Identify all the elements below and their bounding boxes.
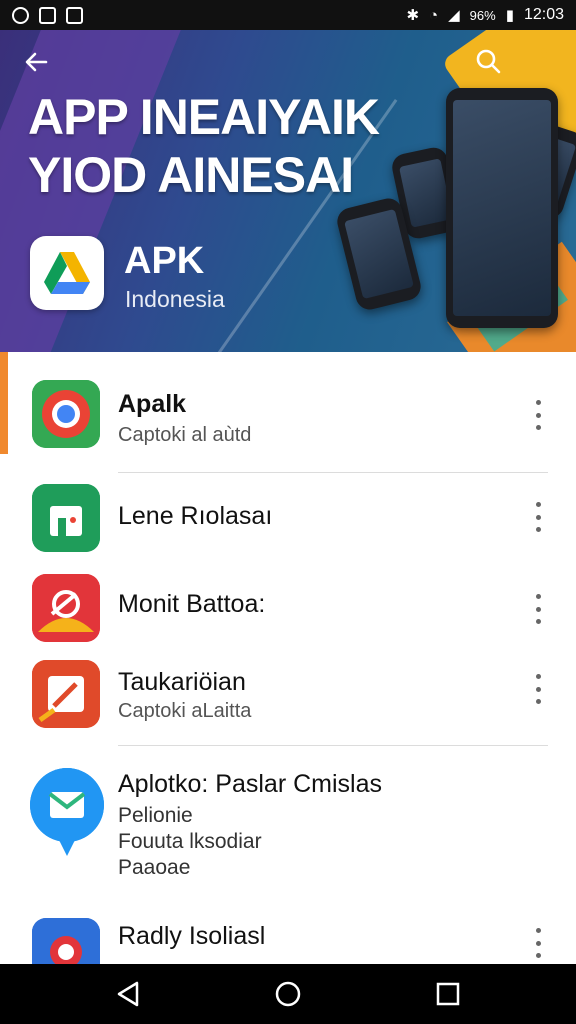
list-item[interactable]: Monit Battoa: xyxy=(0,570,576,654)
wifi-icon: ◔ xyxy=(429,6,439,24)
app-title: Radly Isoliasl xyxy=(118,922,266,950)
divider xyxy=(118,472,548,473)
media-app-icon xyxy=(32,574,100,642)
nav-back-icon[interactable] xyxy=(98,964,158,1024)
back-arrow-icon[interactable] xyxy=(22,48,50,80)
app-subtitle: Captoki aLaitta xyxy=(118,700,252,722)
app-title: Lene Rıolasaı xyxy=(118,502,273,530)
more-options-icon[interactable] xyxy=(538,46,550,78)
nav-recents-icon[interactable] xyxy=(418,964,478,1024)
battery-text: 96% xyxy=(469,7,496,23)
app-title: Taukariöian xyxy=(118,668,246,696)
list-item[interactable]: Apalk Captoki al aùtd xyxy=(0,352,576,472)
chrome-like-app-icon xyxy=(32,380,100,448)
bluetooth-icon: ✱ xyxy=(406,7,420,24)
drive-logo xyxy=(30,236,104,310)
list-item[interactable]: Taukariöian Captoki aLaitta xyxy=(0,652,576,744)
brand-name: APK xyxy=(124,240,205,282)
divider xyxy=(118,745,548,746)
system-nav-bar xyxy=(0,964,576,1024)
app-detail-line: Pelionie xyxy=(118,804,193,827)
notification-icon xyxy=(12,6,29,24)
battery-icon: ▮ xyxy=(505,7,514,24)
app-title: Apalk xyxy=(118,390,187,418)
nav-home-icon[interactable] xyxy=(258,964,318,1024)
item-menu-icon[interactable] xyxy=(530,928,546,958)
banner-title: APP INEAIYAIK YIOD AINESAI xyxy=(28,88,380,204)
app-list: Apalk Captoki al aùtd Lene Rıolasaı Moni… xyxy=(0,352,576,964)
app-title: Aplotko: Paslar Cmislas xyxy=(118,770,382,798)
app-detail-line: Paaoae xyxy=(118,856,191,879)
app-notification-icon xyxy=(39,6,56,24)
message-app-icon xyxy=(30,768,104,856)
clock: 12:03 xyxy=(523,6,564,23)
hero-banner: APP INEAIYAIK YIOD AINESAI APK Indonesia xyxy=(0,30,576,352)
camera-app-icon xyxy=(32,918,100,964)
app-detail-line: Fouuta lksodiar xyxy=(118,830,262,853)
list-item[interactable]: Aplotko: Paslar Cmislas Pelionie Fouuta … xyxy=(0,748,576,898)
search-icon[interactable] xyxy=(474,47,502,79)
signal-icon: ◢ xyxy=(448,7,460,24)
item-menu-icon[interactable] xyxy=(530,594,546,624)
app-subtitle: Captoki al aùtd xyxy=(118,424,252,446)
list-item[interactable]: Radly Isoliasl xyxy=(0,900,576,964)
list-item[interactable]: Lene Rıolasaı xyxy=(0,474,576,574)
banner-title-line: APP INEAIYAIK xyxy=(28,89,380,145)
item-menu-icon[interactable] xyxy=(530,674,546,704)
store-app-icon xyxy=(32,484,100,552)
phone-illustration xyxy=(446,88,558,328)
image-notification-icon xyxy=(66,6,83,24)
item-menu-icon[interactable] xyxy=(530,502,546,532)
app-title: Monit Battoa: xyxy=(118,590,266,618)
brand-subtitle: Indonesia xyxy=(125,286,225,312)
edit-app-icon xyxy=(32,660,100,728)
item-menu-icon[interactable] xyxy=(530,400,546,430)
status-bar: ✱ ◔ ◢ 96% ▮ 12:03 xyxy=(0,0,576,30)
banner-title-line: YIOD AINESAI xyxy=(28,147,354,203)
